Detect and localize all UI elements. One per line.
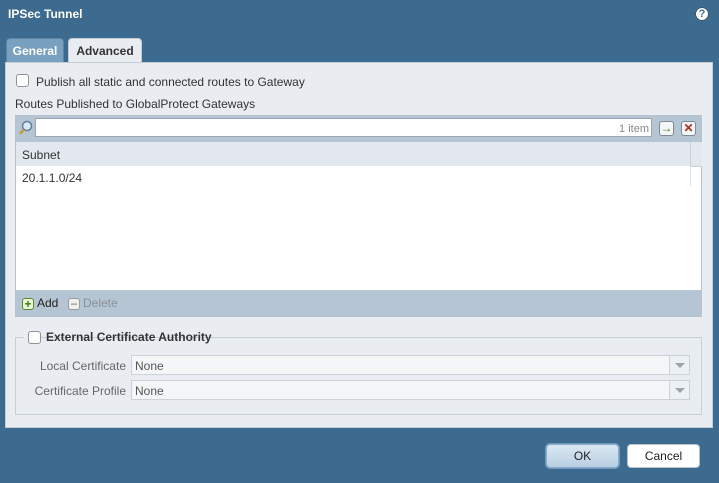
external-ca-checkbox[interactable]	[28, 331, 41, 344]
certificate-profile-value: None	[135, 384, 164, 398]
external-ca-label: External Certificate Authority	[46, 330, 212, 344]
delete-button[interactable]: − Delete	[68, 295, 118, 311]
dialog-title: IPSec Tunnel	[8, 7, 83, 21]
grid-footer: + Add − Delete	[16, 290, 701, 316]
certificate-profile-label: Certificate Profile	[34, 384, 126, 398]
dialog-titlebar: IPSec Tunnel ?	[0, 0, 719, 30]
delete-label: Delete	[83, 296, 118, 310]
routes-grid: 1 item → ✕ Subnet 20.1.1.0/24 + Add − Dele…	[15, 115, 702, 317]
local-certificate-label: Local Certificate	[39, 359, 126, 373]
search-icon	[19, 120, 33, 135]
tab-advanced[interactable]: Advanced	[68, 38, 142, 63]
publish-routes-checkbox[interactable]	[16, 74, 29, 87]
add-label: Add	[37, 296, 59, 310]
tab-general[interactable]: General	[6, 38, 64, 62]
local-certificate-value: None	[135, 359, 164, 373]
item-count: 1 item	[619, 123, 649, 135]
column-header-subnet[interactable]: Subnet	[16, 142, 690, 167]
certificate-profile-select[interactable]: None	[131, 380, 690, 400]
search-input[interactable]	[35, 118, 652, 137]
publish-routes-label: Publish all static and connected routes …	[36, 75, 305, 89]
plus-icon: +	[22, 297, 34, 310]
local-certificate-select[interactable]: None	[131, 355, 690, 375]
cancel-button[interactable]: Cancel	[627, 444, 700, 468]
table-row[interactable]: 20.1.1.0/24	[16, 166, 690, 188]
add-button[interactable]: + Add	[22, 295, 58, 311]
external-ca-group	[15, 337, 702, 415]
close-icon[interactable]: ✕	[681, 121, 696, 136]
advanced-panel: Publish all static and connected routes …	[5, 62, 713, 428]
external-ca-legend: External Certificate Authority	[24, 328, 212, 346]
column-header-label: Subnet	[22, 148, 61, 162]
grid-toolbar: 1 item → ✕	[16, 116, 701, 142]
column-divider	[690, 166, 691, 186]
routes-section-label: Routes Published to GlobalProtect Gatewa…	[15, 97, 256, 111]
column-header-spacer	[690, 142, 702, 167]
arrow-right-icon[interactable]: →	[659, 121, 674, 136]
ok-button[interactable]: OK	[546, 444, 619, 468]
help-icon[interactable]: ?	[695, 7, 709, 21]
subnet-cell: 20.1.1.0/24	[22, 171, 83, 185]
minus-icon: −	[68, 297, 80, 310]
chevron-down-icon[interactable]	[669, 381, 689, 399]
chevron-down-icon[interactable]	[669, 356, 689, 374]
